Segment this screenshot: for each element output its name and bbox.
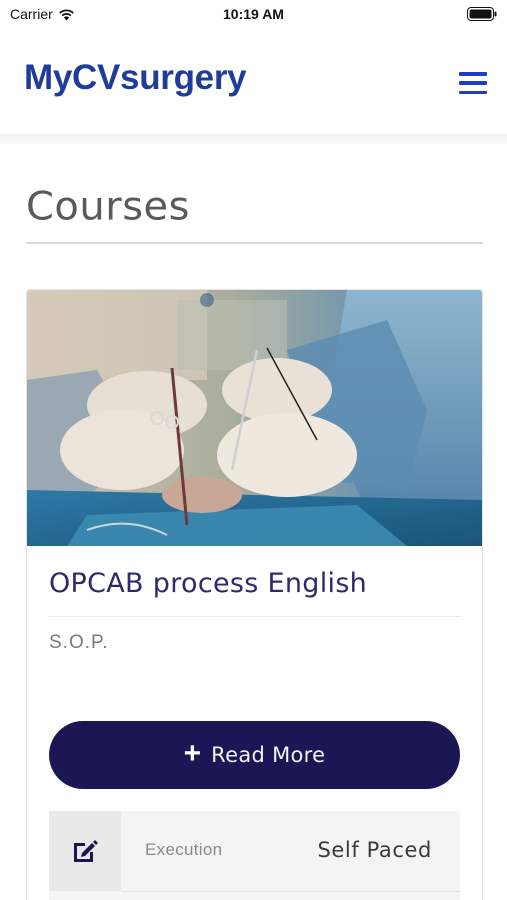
- app-header: MyCVsurgery: [0, 30, 507, 136]
- info-divider: [121, 891, 460, 892]
- page-title: Courses: [26, 184, 190, 230]
- course-info-panel: Execution Self Paced: [49, 811, 460, 900]
- status-bar: Carrier 10:19 AM: [0, 0, 507, 30]
- course-title[interactable]: OPCAB process English: [49, 568, 367, 599]
- read-more-label: Read More: [211, 743, 326, 767]
- status-time: 10:19 AM: [223, 6, 284, 22]
- course-image[interactable]: [27, 290, 482, 546]
- card-divider: [49, 616, 462, 617]
- battery-icon: [467, 7, 497, 21]
- edit-icon: [74, 840, 98, 862]
- app-logo[interactable]: MyCVsurgery: [24, 58, 247, 98]
- plus-icon: +: [183, 736, 202, 770]
- info-icon-cell: [49, 811, 121, 891]
- read-more-button[interactable]: + Read More: [49, 721, 460, 789]
- execution-label: Execution: [145, 840, 223, 859]
- execution-value: Self Paced: [317, 838, 432, 862]
- header-divider: [0, 134, 507, 144]
- hamburger-menu-icon[interactable]: [459, 70, 487, 96]
- title-divider: [26, 242, 483, 244]
- course-subtitle: S.O.P.: [49, 632, 109, 653]
- course-card: OPCAB process English S.O.P. + Read More…: [26, 289, 483, 900]
